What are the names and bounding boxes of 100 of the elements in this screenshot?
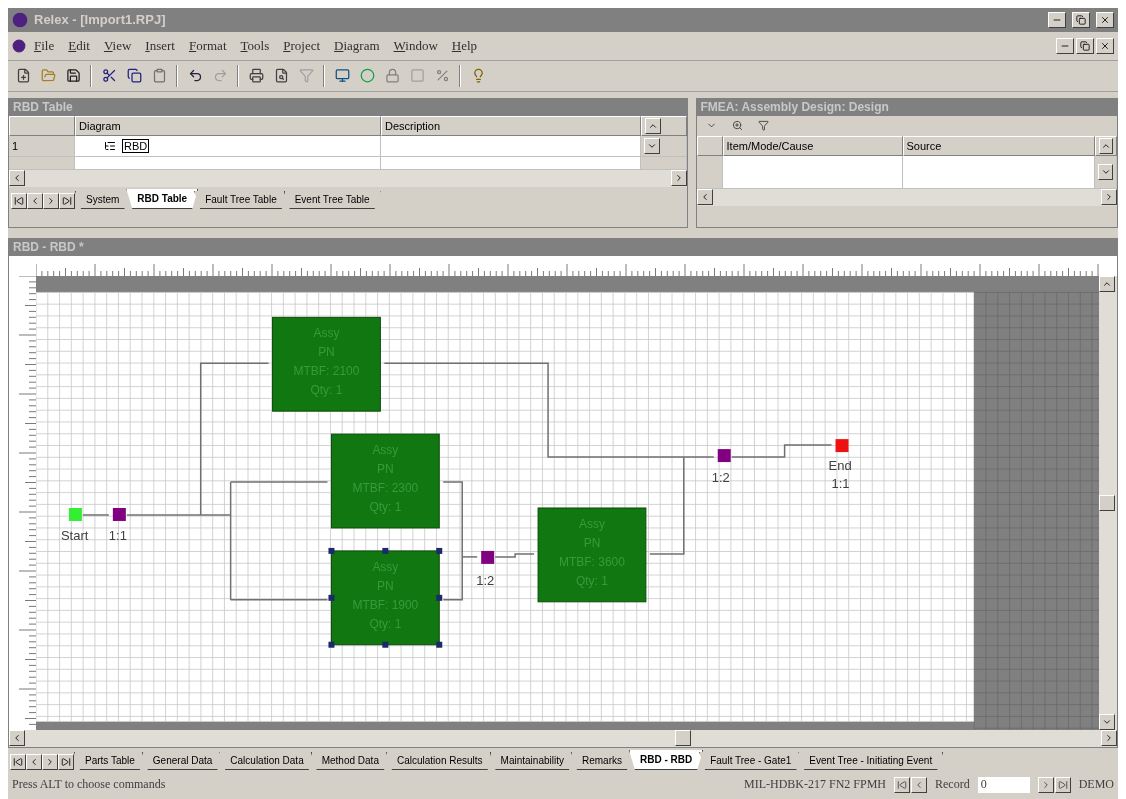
node-label: 1:2 bbox=[476, 572, 495, 588]
node-label: End bbox=[828, 457, 852, 473]
next-button[interactable] bbox=[42, 754, 58, 771]
previous-button[interactable] bbox=[26, 754, 42, 771]
scroll-right-button[interactable] bbox=[670, 170, 687, 187]
restore-button[interactable] bbox=[1076, 37, 1094, 54]
document-icon bbox=[12, 38, 26, 53]
last-record-button[interactable] bbox=[1054, 776, 1071, 793]
column-header[interactable]: Item/Mode/Cause bbox=[722, 135, 903, 156]
scroll-thumb[interactable] bbox=[675, 730, 691, 747]
scroll-right-button[interactable] bbox=[1101, 189, 1117, 206]
cut-icon bbox=[101, 68, 117, 84]
skip-back-icon bbox=[14, 195, 24, 206]
minimize-button[interactable] bbox=[1056, 37, 1074, 54]
scroll-up-button[interactable] bbox=[645, 117, 661, 134]
skip-back-icon bbox=[13, 757, 23, 768]
sheet-tab[interactable]: Event Tree Table bbox=[283, 190, 381, 209]
menu-item[interactable]: Format bbox=[182, 35, 233, 56]
first-record-button[interactable] bbox=[894, 776, 910, 793]
chevron-left-icon bbox=[12, 733, 22, 744]
chevron-left-icon bbox=[30, 195, 40, 206]
scroll-thumb[interactable] bbox=[1099, 494, 1116, 511]
menu-item[interactable]: File bbox=[28, 35, 61, 56]
record-label: Record bbox=[935, 777, 970, 793]
last-button[interactable] bbox=[58, 754, 74, 771]
menu-item[interactable]: Project bbox=[277, 35, 327, 56]
node-label: 1:1 bbox=[831, 475, 850, 491]
column-header[interactable]: Diagram bbox=[75, 115, 381, 136]
menu-item[interactable]: View bbox=[97, 35, 138, 56]
print-preview-icon bbox=[273, 68, 289, 84]
record-field[interactable]: 0 bbox=[977, 776, 1030, 793]
mode-label: DEMO bbox=[1078, 777, 1114, 793]
first-button[interactable] bbox=[10, 754, 26, 771]
previous-button[interactable] bbox=[27, 192, 43, 209]
first-button[interactable] bbox=[11, 192, 27, 209]
square-icon bbox=[409, 68, 425, 84]
sheet-tab[interactable]: Event Tree - Initiating Event bbox=[798, 752, 944, 771]
header-cell bbox=[9, 115, 75, 136]
sheet-tab[interactable]: RBD Table bbox=[126, 188, 199, 209]
table-cell[interactable] bbox=[381, 135, 641, 157]
filter-icon bbox=[298, 68, 314, 84]
chevron-right-icon bbox=[1104, 733, 1114, 744]
percent-icon bbox=[434, 68, 450, 84]
chevron-right-icon bbox=[1104, 192, 1114, 203]
scroll-left-button[interactable] bbox=[9, 730, 25, 747]
menu-item[interactable]: Window bbox=[387, 35, 444, 56]
row-number[interactable]: 1 bbox=[9, 135, 75, 157]
status-message: Press ALT to choose commands bbox=[12, 777, 166, 793]
restore-button[interactable] bbox=[1072, 12, 1090, 28]
chevron-left-icon bbox=[12, 173, 22, 184]
new-file-icon bbox=[15, 68, 31, 84]
panel-title: RBD Table bbox=[9, 98, 687, 116]
paste-icon bbox=[151, 68, 167, 84]
skip-forward-icon bbox=[62, 195, 72, 206]
diagram-name[interactable]: RBD bbox=[122, 138, 150, 153]
scroll-down-button[interactable] bbox=[1099, 713, 1116, 730]
print-icon bbox=[248, 68, 264, 84]
scroll-left-button[interactable] bbox=[696, 189, 713, 206]
undo-icon bbox=[187, 68, 203, 84]
redo-icon bbox=[212, 68, 228, 84]
scroll-right-button[interactable] bbox=[1101, 730, 1117, 747]
connector-line bbox=[494, 552, 535, 558]
menu-item[interactable]: Insert bbox=[139, 35, 181, 56]
method-label: MIL-HDBK-217 FN2 FPMH bbox=[744, 777, 886, 793]
menu-item[interactable]: Tools bbox=[234, 35, 276, 56]
vertical-scrollbar[interactable] bbox=[1099, 275, 1117, 730]
node-label: Start bbox=[60, 527, 89, 543]
save-icon bbox=[65, 68, 81, 84]
connector-line bbox=[82, 513, 110, 516]
node-label: 1:1 bbox=[108, 527, 127, 543]
close-button[interactable] bbox=[1096, 37, 1114, 54]
previous-record-button[interactable] bbox=[911, 776, 927, 793]
window-title: Relex - [Import1.RPJ] bbox=[34, 12, 166, 28]
scroll-down-button[interactable] bbox=[644, 137, 660, 154]
last-button[interactable] bbox=[59, 192, 75, 209]
panel-title: FMEA: Assembly Design: Design bbox=[696, 98, 1117, 116]
close-button[interactable] bbox=[1096, 12, 1114, 28]
scroll-left-button[interactable] bbox=[9, 170, 25, 187]
monitor-icon bbox=[334, 68, 350, 84]
restore-icon bbox=[1076, 15, 1086, 25]
skip-back-icon bbox=[897, 779, 907, 790]
minimize-button[interactable] bbox=[1048, 12, 1066, 28]
menu-item[interactable]: Edit bbox=[62, 35, 96, 56]
node-label: 1:2 bbox=[711, 469, 730, 485]
copy-icon bbox=[126, 68, 142, 84]
close-icon bbox=[1100, 40, 1110, 51]
circle-icon bbox=[359, 68, 375, 84]
menu-item[interactable]: Help bbox=[445, 35, 484, 56]
filter-icon bbox=[758, 120, 770, 132]
rbd-diagram-icon bbox=[104, 139, 116, 152]
column-header[interactable]: Description bbox=[381, 115, 641, 136]
chevron-right-icon bbox=[46, 195, 56, 206]
next-button[interactable] bbox=[43, 192, 59, 209]
scroll-down-button[interactable] bbox=[1098, 163, 1113, 180]
next-record-button[interactable] bbox=[1037, 776, 1054, 793]
open-folder-icon bbox=[40, 68, 56, 84]
sheet-tab[interactable]: RBD - RBD bbox=[628, 750, 704, 771]
column-header[interactable]: Source bbox=[902, 135, 1095, 156]
menu-item[interactable]: Diagram bbox=[328, 35, 386, 56]
chevron-left-icon bbox=[29, 757, 39, 768]
